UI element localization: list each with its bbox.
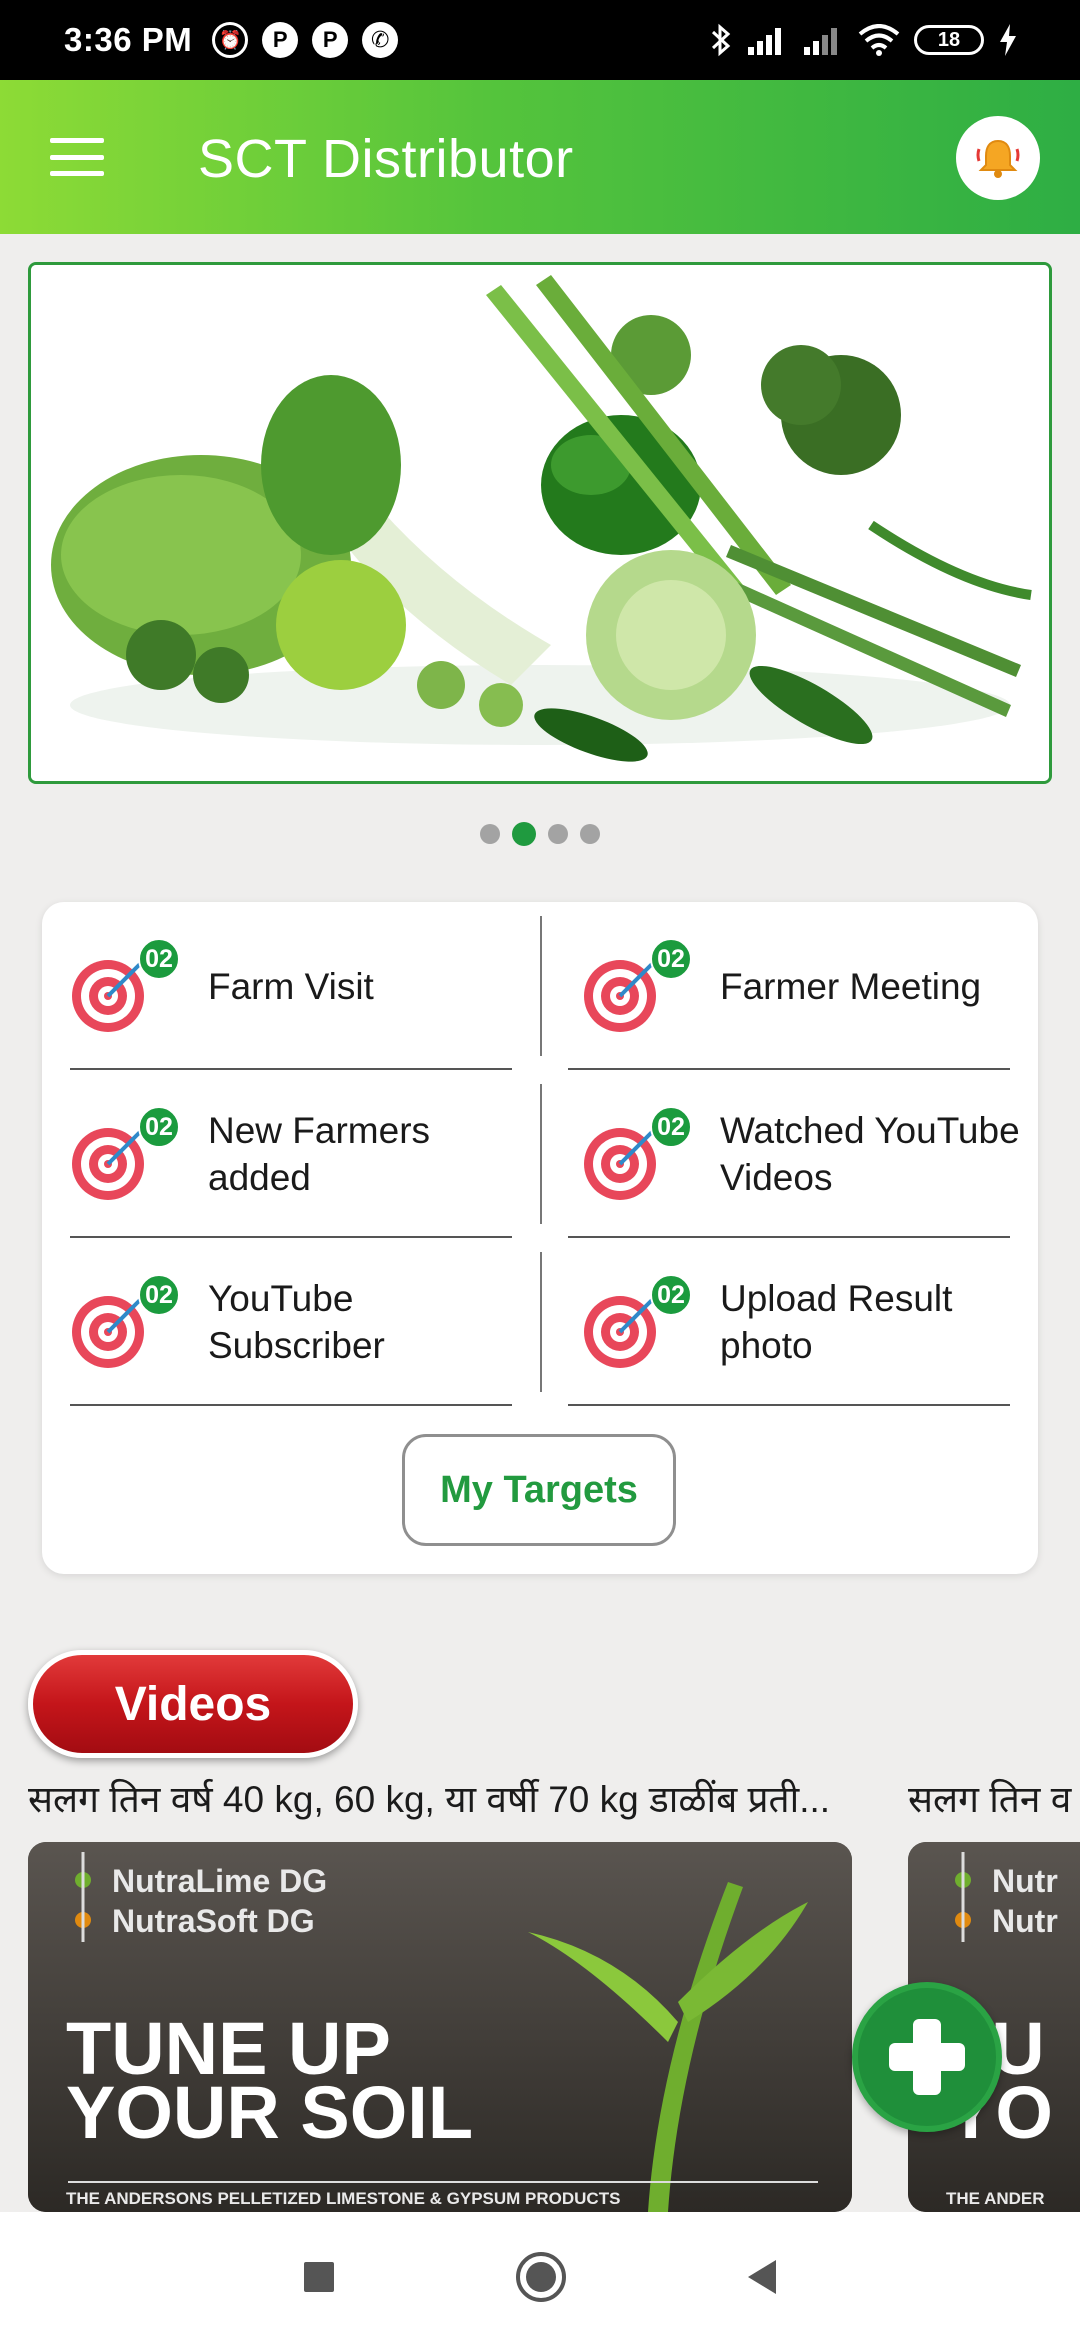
notification-icons: ⏰ P P ✆ bbox=[212, 22, 399, 58]
carousel-dot[interactable] bbox=[580, 824, 600, 844]
my-targets-button[interactable]: My Targets bbox=[402, 1434, 676, 1546]
target-upload-result-photo[interactable]: 02 Upload Result photo bbox=[554, 1238, 1038, 1406]
alarm-icon: ⏰ bbox=[212, 22, 249, 58]
battery-indicator: 18 bbox=[914, 25, 984, 55]
target-count-badge: 02 bbox=[650, 938, 692, 980]
parking-app-icon: P bbox=[262, 22, 299, 58]
status-bar: 3:36 PM ⏰ P P ✆ 18 bbox=[0, 0, 1080, 80]
phone-icon: ✆ bbox=[362, 22, 399, 58]
vegetables-image bbox=[31, 265, 1049, 781]
bluetooth-icon bbox=[711, 23, 731, 57]
app-bar: SCT Distributor bbox=[0, 80, 1080, 234]
home-icon[interactable] bbox=[514, 2250, 568, 2304]
target-label: YouTube Subscriber bbox=[208, 1278, 385, 1366]
target-count-badge: 02 bbox=[650, 1106, 692, 1148]
wifi-icon bbox=[858, 24, 900, 56]
back-icon[interactable] bbox=[738, 2252, 788, 2302]
target-label: Farmer Meeting bbox=[720, 965, 982, 1007]
carousel-dot-active[interactable] bbox=[512, 822, 536, 846]
add-button[interactable] bbox=[852, 1982, 1002, 2132]
target-new-farmers-added[interactable]: 02 New Farmers added bbox=[42, 1070, 540, 1238]
recent-apps-icon[interactable] bbox=[294, 2252, 344, 2302]
thumb-caption: THE ANDERSONS PELLETIZED LIMESTONE & GYP… bbox=[66, 2189, 620, 2208]
thumb-headline-2: YOUR SOIL bbox=[66, 2071, 473, 2154]
target-farm-visit[interactable]: 02 Farm Visit bbox=[42, 902, 540, 1070]
signal-icon-2 bbox=[804, 28, 837, 55]
video-thumbnail[interactable]: NutraLime DG NutraSoft DG TUNE UP YOUR S… bbox=[28, 1842, 852, 2212]
carousel-indicator bbox=[0, 822, 1080, 846]
thumb-product-2: NutraSoft DG bbox=[112, 1903, 315, 1939]
video-thumbnail-image: NutraLime DG NutraSoft DG TUNE UP YOUR S… bbox=[28, 1842, 852, 2212]
signal-icon bbox=[748, 28, 781, 55]
target-count-badge: 02 bbox=[138, 938, 180, 980]
target-count-badge: 02 bbox=[138, 1274, 180, 1316]
plus-icon bbox=[889, 2019, 965, 2095]
thumb-caption: THE ANDER bbox=[946, 2189, 1045, 2208]
status-time: 3:36 PM bbox=[64, 21, 193, 58]
target-label: Farm Visit bbox=[208, 965, 374, 1007]
app-title: SCT Distributor bbox=[198, 129, 574, 189]
target-youtube-subscriber[interactable]: 02 YouTube Subscriber bbox=[42, 1238, 540, 1406]
videos-section-button[interactable]: Videos bbox=[28, 1650, 358, 1758]
bell-icon bbox=[976, 139, 1020, 178]
target-label: Watched YouTube Videos bbox=[720, 1110, 1020, 1198]
thumb-product-1: Nutr bbox=[992, 1863, 1058, 1899]
parking-app-icon-2: P bbox=[312, 22, 349, 58]
target-farmer-meeting[interactable]: 02 Farmer Meeting bbox=[554, 902, 1038, 1070]
video-title[interactable]: सलग तिन वर्ष 40 kg, 60 kg, या वर्षी 70 k… bbox=[28, 1772, 848, 1823]
target-count-badge: 02 bbox=[650, 1274, 692, 1316]
system-icons: 18 bbox=[710, 23, 1018, 57]
battery-level: 18 bbox=[937, 28, 961, 51]
column-divider bbox=[540, 916, 542, 1056]
hamburger-menu-icon[interactable] bbox=[50, 138, 104, 176]
charging-icon bbox=[1000, 24, 1016, 56]
target-count-badge: 02 bbox=[138, 1106, 180, 1148]
video-title[interactable]: सलग तिन व bbox=[908, 1772, 1080, 1823]
notification-bell-button[interactable] bbox=[956, 116, 1040, 200]
system-navigation-bar bbox=[0, 2212, 1080, 2340]
target-label: Upload Result photo bbox=[720, 1278, 953, 1366]
thumb-product-1: NutraLime DG bbox=[112, 1863, 327, 1899]
banner-carousel[interactable] bbox=[28, 262, 1052, 784]
carousel-dot[interactable] bbox=[548, 824, 568, 844]
carousel-dot[interactable] bbox=[480, 824, 500, 844]
target-watched-youtube-videos[interactable]: 02 Watched YouTube Videos bbox=[554, 1070, 1038, 1238]
targets-card: 02 Farm Visit 02 Farmer Meeting 02 New F… bbox=[42, 902, 1038, 1574]
column-divider bbox=[540, 1084, 542, 1224]
column-divider bbox=[540, 1252, 542, 1392]
thumb-product-2: Nutr bbox=[992, 1903, 1058, 1939]
target-label: New Farmers added bbox=[208, 1110, 431, 1198]
